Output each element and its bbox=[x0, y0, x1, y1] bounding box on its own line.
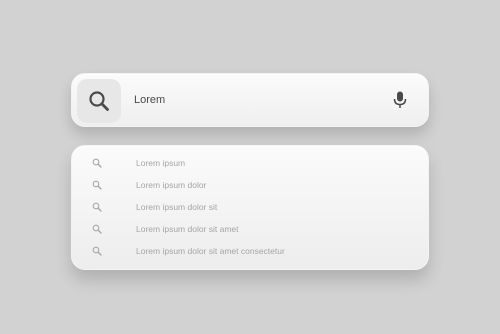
suggestion-label: Lorem ipsum dolor bbox=[136, 180, 207, 190]
search-input[interactable] bbox=[134, 74, 374, 126]
suggestion-item[interactable]: Lorem ipsum dolor bbox=[72, 175, 428, 195]
suggestion-label: Lorem ipsum bbox=[136, 158, 186, 168]
search-button[interactable] bbox=[77, 79, 121, 123]
suggestion-item[interactable]: Lorem ipsum dolor sit bbox=[72, 197, 428, 217]
microphone-icon bbox=[393, 91, 407, 108]
suggestion-item[interactable]: Lorem ipsum dolor sit amet consectetur bbox=[72, 241, 428, 261]
suggestion-label: Lorem ipsum dolor sit amet consectetur bbox=[136, 246, 285, 256]
search-icon bbox=[92, 246, 102, 256]
suggestion-label: Lorem ipsum dolor sit bbox=[136, 202, 218, 212]
search-icon bbox=[92, 202, 102, 212]
search-bar bbox=[71, 73, 429, 127]
suggestion-label: Lorem ipsum dolor sit amet bbox=[136, 224, 239, 234]
suggestions-dropdown: Lorem ipsum Lorem ipsum dolor Lorem ipsu… bbox=[71, 145, 429, 270]
suggestion-item[interactable]: Lorem ipsum dolor sit amet bbox=[72, 219, 428, 239]
search-icon bbox=[92, 224, 102, 234]
search-icon bbox=[92, 180, 102, 190]
microphone-button[interactable] bbox=[390, 90, 410, 110]
suggestion-item[interactable]: Lorem ipsum bbox=[72, 153, 428, 173]
search-icon bbox=[92, 158, 102, 168]
search-icon bbox=[89, 91, 109, 111]
